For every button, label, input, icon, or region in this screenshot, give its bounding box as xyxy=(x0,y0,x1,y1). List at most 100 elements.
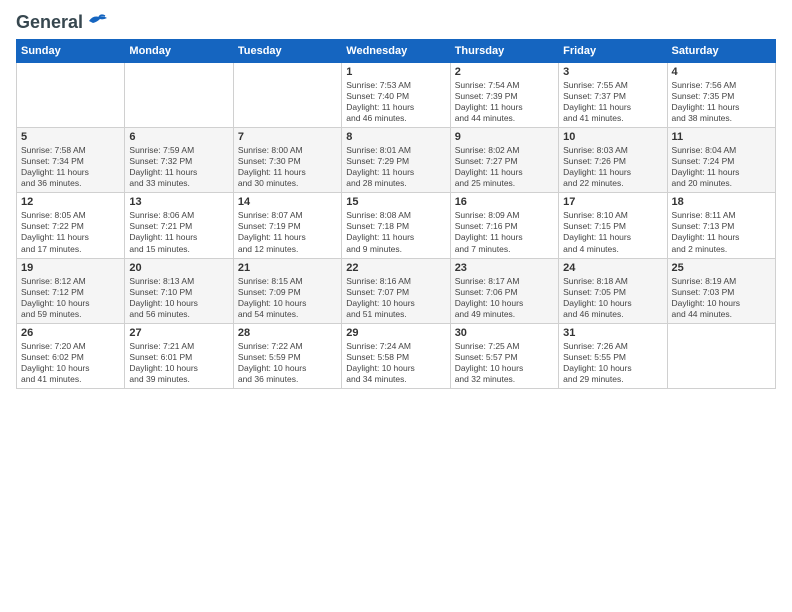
calendar-cell: 10 Sunrise: 8:03 AM Sunset: 7:26 PM Dayli… xyxy=(559,128,667,193)
day-info: Sunrise: 7:59 AM Sunset: 7:32 PM Dayligh… xyxy=(129,145,228,189)
weekday-header-saturday: Saturday xyxy=(667,40,775,63)
day-number: 6 xyxy=(129,131,228,143)
calendar-cell: 30 Sunrise: 7:25 AM Sunset: 5:57 PM Dayli… xyxy=(450,323,558,388)
calendar-cell: 9Sunrise: 8:02 AM Sunset: 7:27 PM Daylig… xyxy=(450,128,558,193)
day-number: 10 xyxy=(563,131,662,143)
day-info: Sunrise: 8:05 AM Sunset: 7:22 PM Dayligh… xyxy=(21,210,120,254)
calendar-cell: 17Sunrise: 8:10 AM Sunset: 7:15 PM Dayli… xyxy=(559,193,667,258)
day-number: 11 xyxy=(672,131,771,143)
weekday-header-friday: Friday xyxy=(559,40,667,63)
day-number: 7 xyxy=(238,131,337,143)
calendar-cell: 14 Sunrise: 8:07 AM Sunset: 7:19 PM Dayli… xyxy=(233,193,341,258)
calendar-cell: 31 Sunrise: 7:26 AM Sunset: 5:55 PM Dayli… xyxy=(559,323,667,388)
calendar-cell: 4Sunrise: 7:56 AM Sunset: 7:35 PM Daylig… xyxy=(667,63,775,128)
day-number: 8 xyxy=(346,131,445,143)
page-header: General xyxy=(16,12,776,31)
calendar-cell: 22 Sunrise: 8:16 AM Sunset: 7:07 PM Dayli… xyxy=(342,258,450,323)
day-info: Sunrise: 7:26 AM Sunset: 5:55 PM Dayligh… xyxy=(563,341,662,385)
day-number: 14 xyxy=(238,196,337,208)
day-number: 24 xyxy=(563,262,662,274)
day-info: Sunrise: 8:00 AM Sunset: 7:30 PM Dayligh… xyxy=(238,145,337,189)
calendar-cell: 11 Sunrise: 8:04 AM Sunset: 7:24 PM Dayli… xyxy=(667,128,775,193)
day-info: Sunrise: 8:18 AM Sunset: 7:05 PM Dayligh… xyxy=(563,276,662,320)
calendar-cell: 16 Sunrise: 8:09 AM Sunset: 7:16 PM Dayli… xyxy=(450,193,558,258)
calendar-cell: 12 Sunrise: 8:05 AM Sunset: 7:22 PM Dayli… xyxy=(17,193,125,258)
calendar-cell: 18Sunrise: 8:11 AM Sunset: 7:13 PM Dayli… xyxy=(667,193,775,258)
weekday-header-sunday: Sunday xyxy=(17,40,125,63)
day-info: Sunrise: 8:17 AM Sunset: 7:06 PM Dayligh… xyxy=(455,276,554,320)
day-number: 23 xyxy=(455,262,554,274)
calendar-cell: 20 Sunrise: 8:13 AM Sunset: 7:10 PM Dayli… xyxy=(125,258,233,323)
day-number: 25 xyxy=(672,262,771,274)
day-info: Sunrise: 8:13 AM Sunset: 7:10 PM Dayligh… xyxy=(129,276,228,320)
day-number: 3 xyxy=(563,66,662,78)
calendar-cell: 5 Sunrise: 7:58 AM Sunset: 7:34 PM Daylig… xyxy=(17,128,125,193)
calendar-table: SundayMondayTuesdayWednesdayThursdayFrid… xyxy=(16,39,776,389)
weekday-header-thursday: Thursday xyxy=(450,40,558,63)
calendar-cell: 29Sunrise: 7:24 AM Sunset: 5:58 PM Dayli… xyxy=(342,323,450,388)
day-number: 28 xyxy=(238,327,337,339)
day-number: 2 xyxy=(455,66,554,78)
weekday-header-wednesday: Wednesday xyxy=(342,40,450,63)
day-info: Sunrise: 8:01 AM Sunset: 7:29 PM Dayligh… xyxy=(346,145,445,189)
day-number: 29 xyxy=(346,327,445,339)
day-info: Sunrise: 8:06 AM Sunset: 7:21 PM Dayligh… xyxy=(129,210,228,254)
calendar-cell: 19 Sunrise: 8:12 AM Sunset: 7:12 PM Dayli… xyxy=(17,258,125,323)
logo-bird-icon xyxy=(85,13,107,31)
week-row-1: 1Sunrise: 7:53 AM Sunset: 7:40 PM Daylig… xyxy=(17,63,776,128)
calendar-cell: 21Sunrise: 8:15 AM Sunset: 7:09 PM Dayli… xyxy=(233,258,341,323)
calendar-cell: 2Sunrise: 7:54 AM Sunset: 7:39 PM Daylig… xyxy=(450,63,558,128)
day-info: Sunrise: 8:10 AM Sunset: 7:15 PM Dayligh… xyxy=(563,210,662,254)
day-number: 15 xyxy=(346,196,445,208)
day-info: Sunrise: 8:16 AM Sunset: 7:07 PM Dayligh… xyxy=(346,276,445,320)
day-info: Sunrise: 8:12 AM Sunset: 7:12 PM Dayligh… xyxy=(21,276,120,320)
logo-line1: General xyxy=(16,12,107,33)
weekday-header-tuesday: Tuesday xyxy=(233,40,341,63)
logo: General xyxy=(16,12,107,31)
day-info: Sunrise: 8:09 AM Sunset: 7:16 PM Dayligh… xyxy=(455,210,554,254)
day-number: 27 xyxy=(129,327,228,339)
calendar-cell: 28 Sunrise: 7:22 AM Sunset: 5:59 PM Dayli… xyxy=(233,323,341,388)
day-info: Sunrise: 7:58 AM Sunset: 7:34 PM Dayligh… xyxy=(21,145,120,189)
day-info: Sunrise: 7:55 AM Sunset: 7:37 PM Dayligh… xyxy=(563,80,662,124)
day-info: Sunrise: 7:25 AM Sunset: 5:57 PM Dayligh… xyxy=(455,341,554,385)
day-info: Sunrise: 7:56 AM Sunset: 7:35 PM Dayligh… xyxy=(672,80,771,124)
calendar-page: General SundayMondayTuesdayWednesdayThur… xyxy=(0,0,792,612)
calendar-cell: 13 Sunrise: 8:06 AM Sunset: 7:21 PM Dayli… xyxy=(125,193,233,258)
calendar-cell: 23 Sunrise: 8:17 AM Sunset: 7:06 PM Dayli… xyxy=(450,258,558,323)
day-info: Sunrise: 8:11 AM Sunset: 7:13 PM Dayligh… xyxy=(672,210,771,254)
day-info: Sunrise: 8:08 AM Sunset: 7:18 PM Dayligh… xyxy=(346,210,445,254)
day-number: 1 xyxy=(346,66,445,78)
week-row-5: 26Sunrise: 7:20 AM Sunset: 6:02 PM Dayli… xyxy=(17,323,776,388)
logo-general-text: General xyxy=(16,12,83,33)
day-number: 20 xyxy=(129,262,228,274)
day-info: Sunrise: 7:22 AM Sunset: 5:59 PM Dayligh… xyxy=(238,341,337,385)
calendar-cell xyxy=(125,63,233,128)
day-info: Sunrise: 8:07 AM Sunset: 7:19 PM Dayligh… xyxy=(238,210,337,254)
week-row-4: 19 Sunrise: 8:12 AM Sunset: 7:12 PM Dayli… xyxy=(17,258,776,323)
day-number: 30 xyxy=(455,327,554,339)
day-number: 16 xyxy=(455,196,554,208)
calendar-cell: 25 Sunrise: 8:19 AM Sunset: 7:03 PM Dayli… xyxy=(667,258,775,323)
calendar-cell: 15 Sunrise: 8:08 AM Sunset: 7:18 PM Dayli… xyxy=(342,193,450,258)
day-number: 31 xyxy=(563,327,662,339)
calendar-cell: 7 Sunrise: 8:00 AM Sunset: 7:30 PM Daylig… xyxy=(233,128,341,193)
day-info: Sunrise: 8:19 AM Sunset: 7:03 PM Dayligh… xyxy=(672,276,771,320)
calendar-cell xyxy=(667,323,775,388)
calendar-cell: 27 Sunrise: 7:21 AM Sunset: 6:01 PM Dayli… xyxy=(125,323,233,388)
day-number: 19 xyxy=(21,262,120,274)
day-info: Sunrise: 7:21 AM Sunset: 6:01 PM Dayligh… xyxy=(129,341,228,385)
day-number: 26 xyxy=(21,327,120,339)
calendar-cell: 6 Sunrise: 7:59 AM Sunset: 7:32 PM Daylig… xyxy=(125,128,233,193)
day-number: 5 xyxy=(21,131,120,143)
day-info: Sunrise: 8:03 AM Sunset: 7:26 PM Dayligh… xyxy=(563,145,662,189)
calendar-cell: 3 Sunrise: 7:55 AM Sunset: 7:37 PM Daylig… xyxy=(559,63,667,128)
calendar-cell xyxy=(17,63,125,128)
day-number: 12 xyxy=(21,196,120,208)
day-info: Sunrise: 8:15 AM Sunset: 7:09 PM Dayligh… xyxy=(238,276,337,320)
day-info: Sunrise: 8:04 AM Sunset: 7:24 PM Dayligh… xyxy=(672,145,771,189)
week-row-3: 12 Sunrise: 8:05 AM Sunset: 7:22 PM Dayli… xyxy=(17,193,776,258)
day-number: 13 xyxy=(129,196,228,208)
day-number: 22 xyxy=(346,262,445,274)
weekday-header-row: SundayMondayTuesdayWednesdayThursdayFrid… xyxy=(17,40,776,63)
